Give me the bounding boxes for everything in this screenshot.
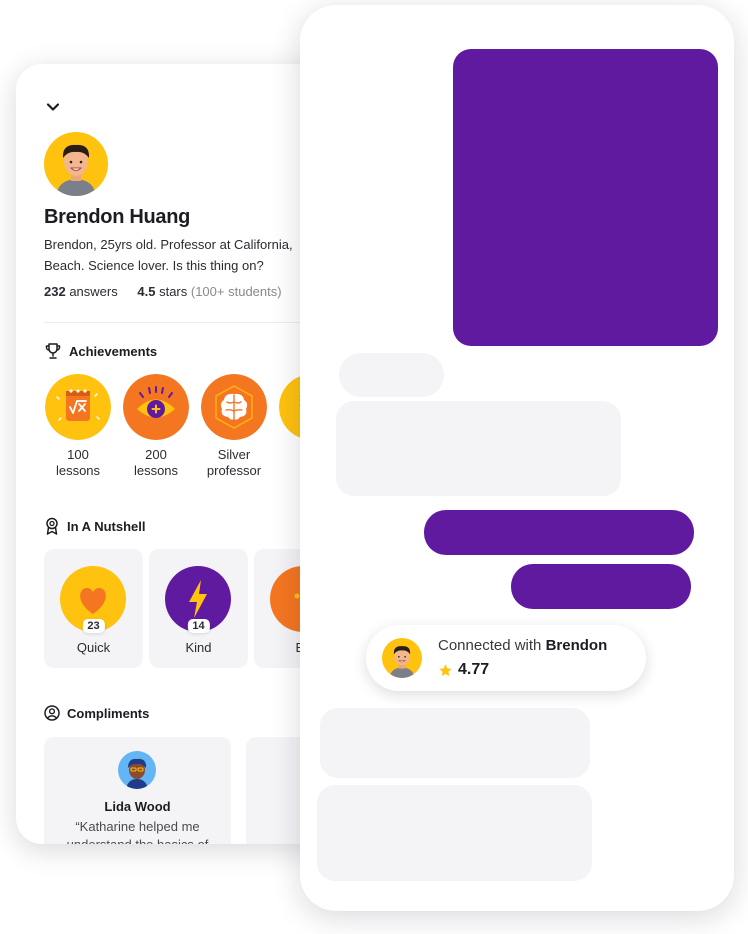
nutshell-count: 14 — [187, 619, 210, 633]
incoming-message[interactable] — [336, 401, 621, 496]
incoming-message[interactable] — [339, 353, 444, 397]
nutshell-label: Kind — [185, 640, 212, 655]
connected-rating: 4.77 — [438, 661, 489, 679]
achievement-item[interactable]: Silver professor — [200, 374, 268, 479]
outgoing-message[interactable] — [424, 510, 694, 555]
avatar — [382, 638, 422, 678]
trophy-icon — [45, 343, 61, 359]
compliment-quote: “Katharine helped me understand the basi… — [67, 819, 209, 844]
achievement-label: Silver professor — [206, 447, 262, 478]
stars-label: stars — [159, 284, 188, 299]
connected-label: Connected with Brendon — [438, 637, 608, 654]
rating-value: 4.5 — [137, 284, 156, 299]
nutshell-label: In A Nutshell — [67, 518, 146, 534]
compliment-author: Lida Wood — [104, 799, 171, 814]
answers-count: 232 — [44, 284, 66, 299]
rating-value: 4.77 — [458, 661, 490, 678]
profile-bio: Brendon, 25yrs old. Professor at Califor… — [44, 237, 293, 273]
divider — [44, 322, 344, 323]
nutshell-count: 23 — [82, 619, 105, 633]
achievement-item[interactable]: 100 lessons — [44, 374, 112, 479]
nutshell-title: In A Nutshell — [44, 517, 145, 535]
avatar — [44, 132, 108, 196]
star-icon — [439, 663, 452, 676]
eye-plus-icon — [123, 374, 189, 440]
notebook-math-icon — [45, 374, 111, 440]
achievements-title: Achievements — [44, 342, 157, 360]
user-circle-icon — [44, 705, 60, 721]
outgoing-message[interactable] — [511, 564, 691, 609]
nutshell-item[interactable]: 23 Quick — [44, 549, 143, 668]
profile-name: Brendon Huang — [44, 206, 191, 228]
compliments-title: Compliments — [44, 705, 149, 721]
brain-icon — [201, 374, 267, 440]
nutshell-item[interactable]: 14 Kind — [149, 549, 248, 668]
ribbon-badge-icon — [46, 517, 58, 535]
profile-stats: 232 answers 4.5 stars (100+ students) — [44, 284, 298, 299]
answers-stat: 232 answers — [44, 284, 118, 299]
students-count: (100+ students) — [190, 284, 282, 299]
connected-name: Brendon — [545, 637, 608, 654]
chat-phone: Connected with Brendon 4.77 — [300, 5, 734, 911]
answers-label: answers — [69, 284, 118, 299]
connected-banner: Connected with Brendon 4.77 — [366, 625, 646, 691]
incoming-message[interactable] — [317, 785, 592, 881]
achievement-label: 100 lessons — [55, 447, 101, 478]
incoming-message[interactable] — [320, 708, 590, 778]
nutshell-label: Quick — [76, 640, 111, 655]
chevron-down-icon[interactable] — [44, 98, 62, 116]
compliments-label: Compliments — [67, 705, 150, 721]
achievement-item[interactable]: 200 lessons — [122, 374, 190, 479]
achievements-label: Achievements — [69, 343, 158, 359]
outgoing-media-message[interactable] — [453, 49, 718, 346]
rating-stat: 4.5 stars (100+ students) — [137, 284, 281, 299]
profile-card: Brendon Huang Brendon, 25yrs old. Profes… — [16, 64, 346, 844]
avatar — [118, 751, 156, 789]
achievement-label: 200 lessons — [133, 447, 179, 478]
compliment-card[interactable]: Lida Wood “Katharine helped me understan… — [44, 737, 231, 844]
